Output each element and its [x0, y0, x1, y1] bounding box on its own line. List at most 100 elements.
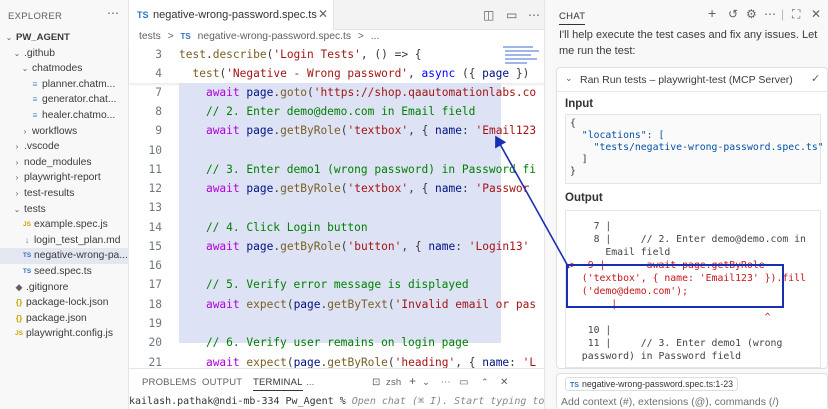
input-line: ] — [570, 154, 588, 165]
chevron-right-icon[interactable]: › — [20, 124, 30, 140]
chevron-down-icon[interactable]: ⌄ — [422, 377, 430, 388]
tree-item[interactable]: › node_modules — [0, 155, 129, 171]
code-line[interactable]: 3 test.describe('Login Tests', () => { — [129, 45, 544, 64]
tree-item[interactable]: ≡ planner.chatm... — [0, 77, 129, 93]
tree-item[interactable]: ◆ .gitignore — [0, 280, 129, 296]
minimap[interactable] — [501, 44, 541, 68]
editor-tab[interactable]: TS negative-wrong-password.spec.ts ✕ — [129, 0, 334, 30]
tree-item[interactable]: › playwright-report — [0, 170, 129, 186]
chevron-down-icon[interactable]: ⌄ — [4, 30, 14, 46]
code-text: await page.getByRole('button', { name: '… — [205, 240, 530, 253]
chevron-down-icon[interactable]: ⌄ — [12, 46, 22, 62]
tree-item[interactable]: › workflows — [0, 124, 129, 140]
code-text: await expect(page.getByText('Invalid ema… — [205, 298, 537, 311]
maximize-icon[interactable]: ⛶ — [792, 7, 800, 22]
tab-terminal[interactable]: TERMINAL — [253, 377, 303, 391]
more-actions-icon[interactable]: ⋯ — [764, 7, 776, 21]
tool-output-block: 7 | 8 | // 2. Enter demo@demo.com in Ema… — [565, 210, 821, 368]
code-line[interactable]: 10 — [129, 141, 544, 160]
shell-name[interactable]: zsh — [386, 377, 401, 388]
tree-item[interactable]: ⌄ chatmodes — [0, 61, 129, 77]
code-line[interactable]: 20 // 6. Verify user remains on login pa… — [129, 333, 544, 352]
code-line[interactable]: 4 test('Negative - Wrong password', asyn… — [129, 64, 544, 83]
chevron-right-icon[interactable]: › — [12, 170, 22, 186]
tree-item[interactable]: ↓ login_test_plan.md — [0, 233, 129, 249]
tree-item[interactable]: JS playwright.config.js — [0, 326, 129, 342]
chat-input-box[interactable]: TS negative-wrong-password.spec.ts:1-23 A… — [556, 373, 828, 409]
ellipsis-icon[interactable]: ⋯ — [107, 6, 119, 20]
line-number: 7 — [155, 86, 162, 99]
chevron-down-icon[interactable]: ⌄ — [20, 61, 30, 77]
add-terminal-icon[interactable]: + — [409, 374, 416, 388]
breadcrumb-folder[interactable]: tests — [139, 31, 161, 42]
code-line[interactable]: 15 await page.getByRole('button', { name… — [129, 237, 544, 256]
breadcrumb-file[interactable]: negative-wrong-password.spec.ts — [198, 31, 351, 42]
tool-call-header[interactable]: ⌄ Ran Run tests – playwright-test (MCP S… — [557, 68, 827, 92]
output-line: > 9 | await page.getByRole — [570, 260, 765, 271]
chat-panel: CHAT + ↺ ⚙ ⋯ | ⛶ ✕ I'll help execute the… — [544, 0, 828, 409]
tree-item[interactable]: ⌄ .github — [0, 46, 129, 62]
tree-item[interactable]: ≡ generator.chat... — [0, 92, 129, 108]
code-line[interactable]: 16 — [129, 256, 544, 275]
gear-icon[interactable]: ⚙ — [746, 7, 757, 21]
code-line[interactable]: 12 await page.getByRole('textbox', { nam… — [129, 179, 544, 198]
more-actions-icon[interactable]: ⋯ — [441, 377, 451, 388]
tree-item[interactable]: › test-results — [0, 186, 129, 202]
code-line[interactable]: 11 // 3. Enter demo1 (wrong password) in… — [129, 160, 544, 179]
close-icon[interactable]: ✕ — [811, 7, 821, 21]
typescript-file-icon: TS — [137, 10, 149, 20]
code-line[interactable]: 13 — [129, 198, 544, 217]
code-line[interactable]: 18 await expect(page.getByText('Invalid … — [129, 295, 544, 314]
more-actions-icon[interactable]: ⋯ — [528, 8, 540, 22]
tree-item[interactable]: {} package.json — [0, 311, 129, 327]
history-icon[interactable]: ↺ — [728, 7, 738, 21]
tree-item[interactable]: ⌄ PW_AGENT — [0, 30, 129, 46]
close-icon[interactable]: ✕ — [500, 377, 509, 388]
close-icon[interactable]: ✕ — [318, 7, 328, 21]
chevron-down-icon[interactable]: ⌄ — [12, 202, 22, 218]
tree-item-label: node_modules — [24, 156, 92, 168]
maximize-panel-icon[interactable]: ⌃ — [481, 377, 489, 388]
terminal-line[interactable]: kailash.pathak@ndi-mb-334 Pw_Agent % Ope… — [129, 396, 544, 407]
chevron-right-icon[interactable]: › — [12, 155, 22, 171]
chevron-right-icon[interactable]: › — [12, 186, 22, 202]
code-line[interactable]: 8 // 2. Enter demo@demo.com in Email fie… — [129, 102, 544, 121]
tree-item[interactable]: › .vscode — [0, 139, 129, 155]
code-line[interactable]: 14 // 4. Click Login button — [129, 218, 544, 237]
code-text: test.describe('Login Tests', () => { — [179, 48, 422, 61]
panel-more-icon[interactable]: ... — [306, 377, 315, 388]
chevron-down-icon[interactable]: ⌄ — [565, 73, 573, 84]
tree-item[interactable]: {} package-lock.json — [0, 295, 129, 311]
markdown-icon: ≡ — [32, 94, 38, 105]
split-editor-icon[interactable]: ◫ — [483, 8, 494, 22]
tool-input-block: { "locations": [ "tests/negative-wrong-p… — [565, 114, 824, 184]
line-number: 15 — [148, 240, 162, 253]
context-chip[interactable]: TS negative-wrong-password.spec.ts:1-23 — [565, 377, 739, 391]
tree-item[interactable]: ⌄ tests — [0, 202, 129, 218]
toggle-panel-icon[interactable]: ▭ — [459, 377, 469, 388]
file-tree: ⌄ PW_AGENT ⌄ .github ⌄ chatmodes ≡ planner.chat… — [0, 30, 129, 342]
chevron-right-icon[interactable]: › — [12, 139, 22, 155]
toggle-panel-icon[interactable]: ▭ — [506, 8, 517, 22]
code-line[interactable]: 9 await page.getByRole('textbox', { name… — [129, 121, 544, 140]
tree-item[interactable]: TS seed.spec.ts — [0, 264, 129, 280]
tree-item-label: negative-wrong-pa... — [34, 250, 128, 262]
code-line[interactable]: 7 await page.goto('https://shop.qaautoma… — [129, 83, 544, 102]
tab-problems[interactable]: PROBLEMS — [142, 377, 196, 388]
output-line: 7 | — [570, 221, 612, 232]
tool-call-title: Ran Run tests – playwright-test (MCP Ser… — [580, 74, 793, 86]
tab-output[interactable]: OUTPUT — [202, 377, 242, 388]
tree-item[interactable]: JS example.spec.js — [0, 217, 129, 233]
code-line[interactable]: 19 — [129, 314, 544, 333]
chat-input-placeholder[interactable]: Add context (#), extensions (@), command… — [561, 396, 779, 408]
new-chat-icon[interactable]: + — [708, 5, 716, 21]
typescript-file-icon: TS — [570, 382, 579, 389]
tree-item[interactable]: TS negative-wrong-pa... — [0, 248, 129, 264]
line-number: 12 — [148, 182, 162, 195]
tree-item-label: playwright-report — [24, 172, 101, 184]
tree-item[interactable]: ≡ healer.chatmo... — [0, 108, 129, 124]
code-text: // 6. Verify user remains on login page — [179, 336, 469, 349]
code-line[interactable]: 17 // 5. Verify error message is display… — [129, 275, 544, 294]
line-number: 14 — [148, 221, 162, 234]
breadcrumb-symbol[interactable]: ... — [371, 31, 380, 42]
